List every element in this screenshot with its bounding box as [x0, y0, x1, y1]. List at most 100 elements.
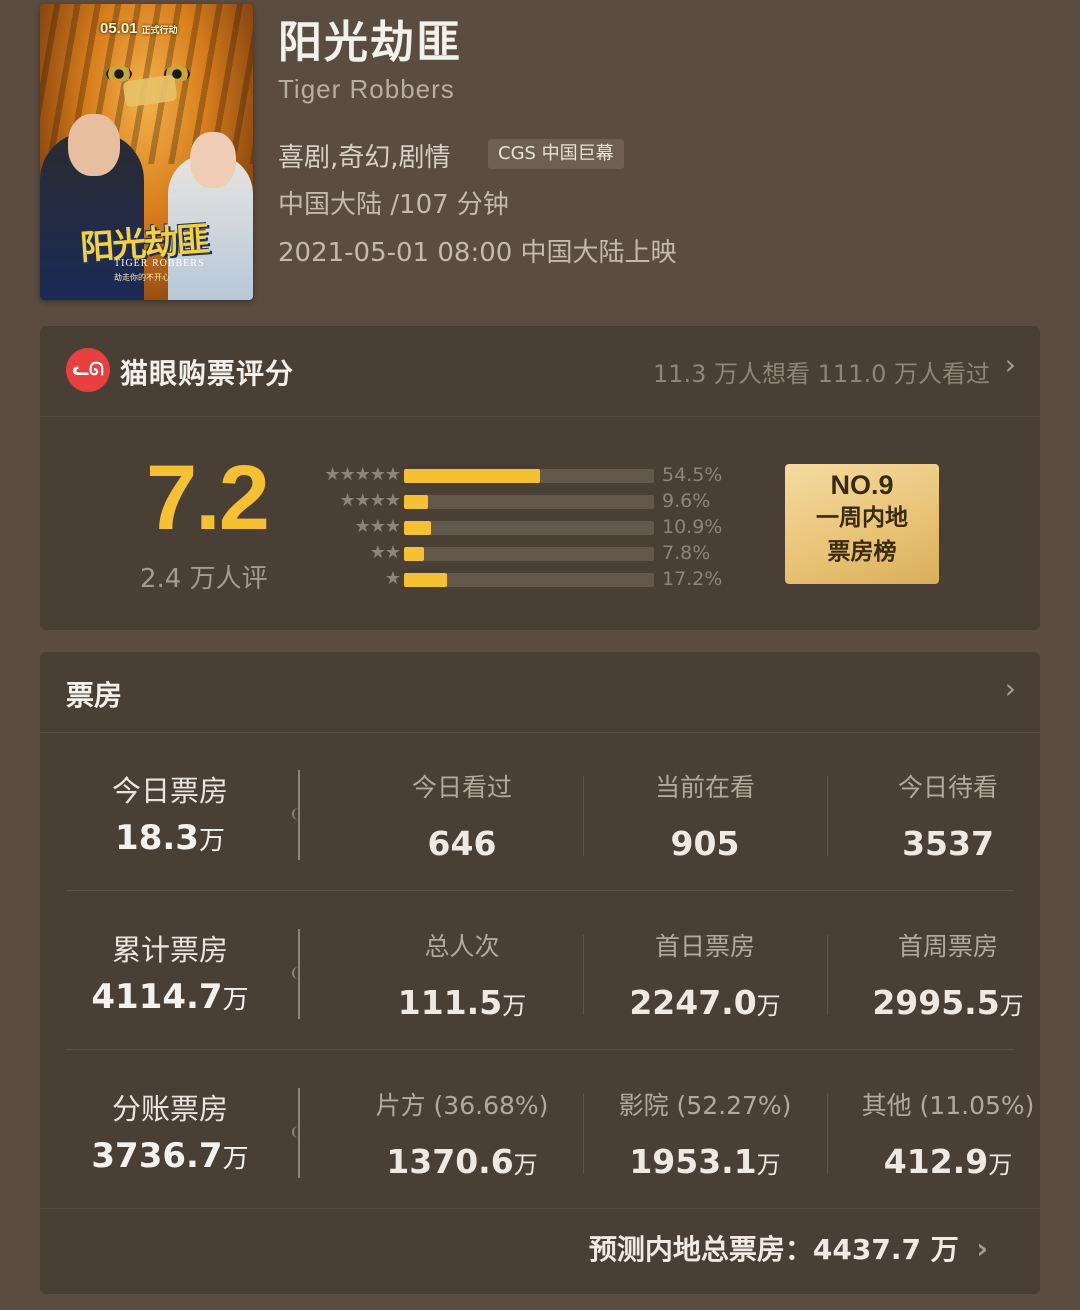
rating-row: ★★★ 10.9% — [290, 516, 750, 542]
movie-region-duration: 中国大陆 /107 分钟 — [278, 190, 509, 220]
stat-label: 其他 (11.05%) — [861, 1091, 1035, 1120]
stat-cell: 今日看过 646 — [342, 768, 582, 863]
maoyan-cat-icon: ᓚᘏ — [66, 348, 110, 392]
stat-value: 111.5万 — [397, 983, 527, 1022]
stat-label: 当前在看 — [654, 773, 755, 802]
brace-icon — [292, 770, 306, 860]
stat-cell: 其他 (11.05%) 412.9万 — [828, 1086, 1068, 1181]
stat-label: 今日待看 — [897, 773, 998, 802]
forecast-total[interactable]: 预测内地总票房：4437.7 万 › — [589, 1228, 988, 1268]
rating-row: ★ 17.2% — [290, 568, 750, 594]
rating-percent: 7.8% — [662, 542, 711, 564]
rating-bar-fill — [404, 469, 541, 483]
stat-cell: 当前在看 905 — [585, 768, 825, 863]
column-divider — [583, 1094, 584, 1174]
box-office-row: 累计票房 4114.7万 总人次 111.5万 首日票房 2247.0万 首周票房 2995.… — [40, 891, 1040, 1050]
column-divider — [827, 776, 828, 856]
box-office-rank-badge[interactable]: NO.9 一周内地 票房榜 — [785, 464, 939, 584]
rating-bar-fill — [404, 495, 428, 509]
poster-actor-right-face — [190, 132, 236, 188]
rating-bar-track — [404, 495, 654, 509]
poster-tagline: 劫走你的不开心 — [114, 273, 170, 282]
rating-score: 7.2 — [146, 447, 270, 549]
stat-cell: 今日待看 3537 — [828, 768, 1068, 863]
movie-title: 阳光劫匪 — [278, 17, 462, 68]
column-divider — [583, 935, 584, 1015]
chevron-right-icon[interactable]: › — [1005, 348, 1016, 381]
rank-line-1: 一周内地 — [816, 505, 908, 531]
forecast-divider — [40, 1208, 1040, 1209]
column-divider — [583, 776, 584, 856]
rating-row: ★★★★ 9.6% — [290, 490, 750, 516]
stat-label: 首周票房 — [897, 932, 998, 961]
rating-bar-track — [404, 573, 654, 587]
stat-label: 总人次 — [424, 932, 500, 961]
star-icons: ★★★ — [354, 516, 401, 537]
stat-value: 646 — [427, 824, 497, 863]
poster-tiger-eye-left — [106, 66, 132, 82]
stat-cell: 总人次 111.5万 — [342, 927, 582, 1022]
rating-row: ★★ 7.8% — [290, 542, 750, 568]
star-icons: ★★★★★ — [324, 464, 401, 485]
want-watched-stats[interactable]: 11.3 万人想看 111.0 万人看过 — [653, 354, 990, 389]
stat-value: 1953.1万 — [629, 1142, 781, 1181]
stat-cell: 片方 (36.68%) 1370.6万 — [342, 1086, 582, 1181]
box-office-title: 票房 — [66, 679, 123, 712]
rating-bar-track — [404, 547, 654, 561]
rank-number: NO.9 — [830, 470, 894, 500]
stat-value: 2995.5万 — [872, 983, 1024, 1022]
stat-value: 3537 — [902, 824, 994, 863]
format-badge: CGS 中国巨幕 — [488, 139, 624, 169]
column-divider — [827, 1094, 828, 1174]
star-icons: ★ — [384, 568, 401, 589]
stat-label: 影院 (52.27%) — [618, 1091, 792, 1120]
stat-cell: 首周票房 2995.5万 — [828, 927, 1068, 1022]
rating-percent: 9.6% — [662, 490, 711, 512]
brace-icon — [292, 929, 306, 1019]
rating-row: ★★★★★ 54.5% — [290, 464, 750, 490]
row-main-value: 3736.7万 — [91, 1136, 249, 1176]
rating-count: 2.4 万人评 — [140, 564, 268, 594]
row-main-label: 今日票房 — [111, 774, 228, 808]
rating-header[interactable]: ᓚᘏ 猫眼购票评分 11.3 万人想看 111.0 万人看过 › — [40, 326, 1040, 417]
rating-label: 猫眼购票评分 — [120, 357, 295, 390]
poster-date: 05.01 正式行动 — [100, 20, 178, 37]
row-main-value: 18.3万 — [115, 818, 225, 858]
stat-value: 412.9万 — [883, 1142, 1013, 1181]
rating-percent: 10.9% — [662, 516, 723, 538]
movie-poster[interactable]: 05.01 正式行动 阳光劫匪 TIGER ROBBERS 劫走你的不开心 — [40, 4, 253, 300]
box-office-header[interactable]: 票房 › — [40, 652, 1040, 733]
rating-bar-track — [404, 469, 654, 483]
rating-bar-fill — [404, 521, 432, 535]
stat-label: 片方 (36.68%) — [375, 1091, 549, 1120]
stat-value: 2247.0万 — [629, 983, 781, 1022]
rank-line-2: 票房榜 — [827, 539, 897, 565]
stat-cell: 首日票房 2247.0万 — [585, 927, 825, 1022]
movie-genres: 喜剧,奇幻,剧情 — [278, 143, 451, 173]
rating-percent: 17.2% — [662, 568, 723, 590]
brace-icon — [292, 1088, 306, 1178]
chevron-right-icon[interactable]: › — [1005, 672, 1016, 705]
stat-value: 1370.6万 — [386, 1142, 538, 1181]
poster-actor-left-face — [68, 114, 120, 176]
star-icons: ★★★★ — [339, 490, 401, 511]
box-office-row: 今日票房 18.3万 今日看过 646 当前在看 905 今日待看 3537 — [40, 732, 1040, 891]
poster-subtitle: TIGER ROBBERS — [114, 258, 205, 269]
row-main-value: 4114.7万 — [91, 977, 249, 1017]
movie-english-title: Tiger Robbers — [278, 74, 455, 104]
movie-release-date: 2021-05-01 08:00 中国大陆上映 — [278, 238, 677, 268]
row-main-label: 分账票房 — [111, 1092, 228, 1126]
rating-percent: 54.5% — [662, 464, 723, 486]
rating-bar-fill — [404, 547, 424, 561]
rating-bar-fill — [404, 573, 447, 587]
box-office-row: 分账票房 3736.7万 片方 (36.68%) 1370.6万 影院 (52.27%)… — [40, 1050, 1040, 1208]
row-main-label: 累计票房 — [111, 933, 228, 967]
stat-cell: 影院 (52.27%) 1953.1万 — [585, 1086, 825, 1181]
stat-label: 今日看过 — [411, 773, 512, 802]
rating-bar-track — [404, 521, 654, 535]
rating-card: ᓚᘏ 猫眼购票评分 11.3 万人想看 111.0 万人看过 › 7.2 2.4… — [40, 326, 1040, 630]
stat-value: 905 — [670, 824, 740, 863]
chevron-right-icon: › — [976, 1232, 988, 1265]
box-office-card: 票房 › 今日票房 18.3万 今日看过 646 当前在看 905 今日待看 3537 累计票房… — [40, 652, 1040, 1294]
stat-label: 首日票房 — [654, 932, 755, 961]
